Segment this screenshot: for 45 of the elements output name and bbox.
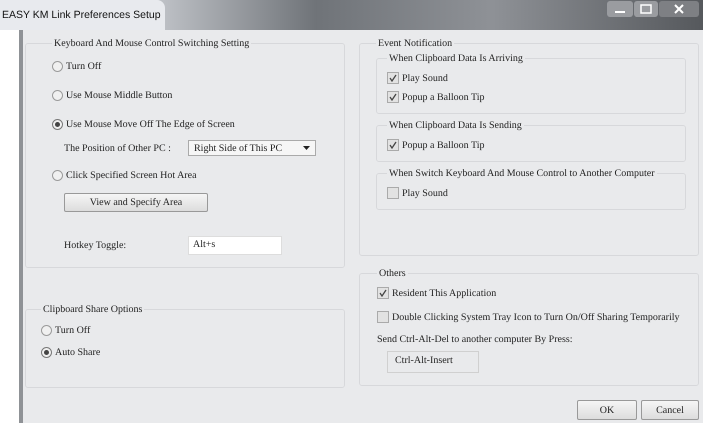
radio-button[interactable] bbox=[52, 118, 63, 130]
checkbox-label: Popup a Balloon Tip bbox=[402, 140, 485, 150]
radio-label: Use Mouse Middle Button bbox=[66, 90, 172, 100]
checkbox[interactable] bbox=[387, 72, 399, 84]
send-key-field[interactable]: Ctrl-Alt-Insert bbox=[387, 351, 479, 373]
group-title: When Switch Keyboard And Mouse Control to Another Computer bbox=[388, 168, 656, 179]
send-label: Send Ctrl-Alt-Del to another computer By Press: bbox=[377, 334, 574, 345]
group-title: Keyboard And Mouse Control Switching Setting bbox=[53, 38, 250, 49]
radio-label: Click Specified Screen Hot Area bbox=[66, 170, 197, 180]
view-area-button[interactable]: View and Specify Area bbox=[64, 193, 208, 212]
hotkey-field[interactable]: Alt+s bbox=[188, 236, 282, 255]
close-icon[interactable] bbox=[659, 1, 699, 17]
checkbox[interactable] bbox=[377, 311, 389, 323]
radio-label: Turn Off bbox=[55, 324, 90, 336]
radio-label: Auto Share bbox=[55, 346, 100, 358]
ok-button[interactable]: OK bbox=[577, 400, 637, 420]
hotkey-label: Hotkey Toggle: bbox=[64, 240, 128, 251]
checkbox[interactable] bbox=[387, 187, 399, 199]
group-title: Others bbox=[378, 268, 407, 279]
group-title: Clipboard Share Options bbox=[42, 304, 144, 315]
radio-button[interactable] bbox=[52, 90, 63, 100]
radio-label: Turn Off bbox=[66, 60, 102, 72]
position-dropdown[interactable]: Right Side of This PC bbox=[188, 140, 316, 156]
minimize-icon[interactable] bbox=[607, 1, 633, 17]
checkbox-label: Play Sound bbox=[402, 72, 448, 84]
maximize-icon[interactable] bbox=[634, 1, 658, 17]
group-title: When Clipboard Data Is Sending bbox=[388, 120, 523, 131]
radio-label: Use Mouse Move Off The Edge of Screen bbox=[66, 118, 235, 130]
group-title: Event Notification bbox=[377, 38, 454, 49]
checkbox[interactable] bbox=[377, 287, 389, 299]
checkbox-label: Double Clicking System Tray Icon to Turn On/Off Sharing Temporarily bbox=[392, 312, 680, 322]
checkbox[interactable] bbox=[387, 139, 399, 151]
radio-button[interactable] bbox=[52, 60, 63, 72]
checkbox-label: Play Sound bbox=[402, 188, 448, 198]
cancel-button[interactable]: Cancel bbox=[641, 400, 699, 420]
position-label: The Position of Other PC : bbox=[64, 142, 172, 154]
radio-button[interactable] bbox=[41, 324, 52, 336]
checkbox[interactable] bbox=[387, 91, 399, 103]
caret-icon bbox=[303, 146, 310, 150]
radio-button[interactable] bbox=[41, 346, 52, 358]
window-title: EASY KM Link Preferences Setup bbox=[0, 0, 165, 30]
checkbox-label: Popup a Balloon Tip bbox=[402, 92, 485, 102]
checkbox-label: Resident This Application bbox=[392, 288, 496, 298]
radio-button[interactable] bbox=[52, 170, 63, 180]
group-title: When Clipboard Data Is Arriving bbox=[388, 53, 524, 64]
